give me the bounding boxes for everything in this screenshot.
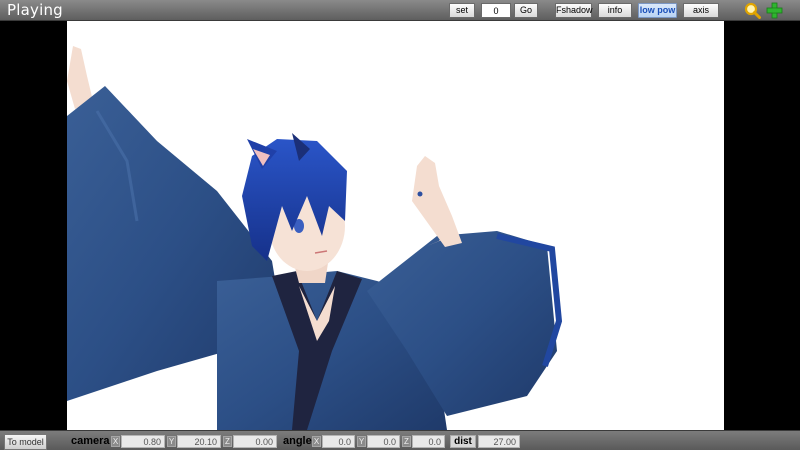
camera-z-field[interactable]: 0.00 [233, 435, 277, 448]
angle-x-field[interactable]: 0.0 [322, 435, 355, 448]
camera-y-field[interactable]: 20.10 [177, 435, 221, 448]
angle-z-field[interactable]: 0.0 [412, 435, 445, 448]
angle-y-axis-label: Y [357, 436, 366, 447]
fshadow-button[interactable]: Fshadow [555, 3, 593, 18]
angle-z-axis-label: Z [402, 436, 411, 447]
camera-label: camera [71, 435, 110, 447]
angle-label: angle [283, 435, 312, 447]
axis-button[interactable]: axis [683, 3, 719, 18]
camera-z-axis-label: Z [223, 436, 232, 447]
plus-icon[interactable] [766, 2, 783, 19]
camera-x-axis-label: X [111, 436, 120, 447]
camera-x-field[interactable]: 0.80 [121, 435, 165, 448]
bottom-controls: To model camera X 0.80 Y 20.10 Z 0.00 an… [0, 430, 800, 450]
low-pow-button[interactable]: low pow [638, 3, 677, 18]
3d-viewport[interactable] [67, 21, 724, 430]
angle-y-field[interactable]: 0.0 [367, 435, 400, 448]
magnifier-icon[interactable] [744, 2, 761, 19]
go-button[interactable]: Go [514, 3, 538, 18]
angle-x-axis-label: X [312, 436, 321, 447]
set-button[interactable]: set [449, 3, 475, 18]
dist-label: dist [450, 435, 476, 448]
top-toolbar: Playing set Go Fshadow info low pow axis [0, 0, 800, 21]
info-button[interactable]: info [598, 3, 632, 18]
character-model [67, 46, 563, 430]
to-model-button[interactable]: To model [4, 434, 47, 450]
frame-input[interactable] [481, 3, 511, 18]
window-title: Playing [7, 1, 63, 19]
camera-y-axis-label: Y [167, 436, 176, 447]
dist-field[interactable]: 27.00 [478, 435, 520, 448]
